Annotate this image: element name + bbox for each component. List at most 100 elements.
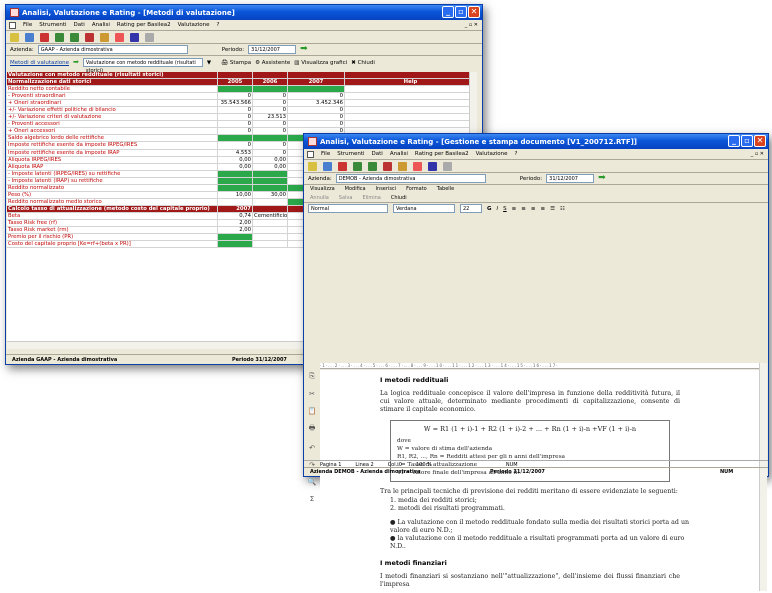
grid-cell[interactable]: 0: [253, 100, 288, 107]
dropdown-icon[interactable]: ▼: [207, 60, 211, 66]
grid-cell[interactable]: 2,00: [218, 219, 253, 227]
align-right-icon[interactable]: ≡: [531, 206, 536, 212]
cut-icon[interactable]: ✂: [309, 390, 315, 398]
open-icon[interactable]: [10, 32, 19, 42]
save-doc-button[interactable]: Salva: [339, 195, 353, 201]
charts-button[interactable]: ▥ Visualizza grafici: [294, 60, 347, 66]
style-select[interactable]: Normal: [308, 204, 388, 213]
ribbon-formato[interactable]: Formato: [406, 186, 427, 192]
grid-cell[interactable]: [253, 241, 288, 248]
minimize-button[interactable]: _: [442, 6, 454, 18]
exit-icon[interactable]: [145, 32, 154, 42]
grid-cell[interactable]: 2,00: [218, 227, 253, 234]
grid-cell[interactable]: 35.543.566: [218, 100, 253, 107]
azienda-field[interactable]: DEMOB - Azienda dimostrativa: [335, 174, 486, 183]
assistant-button[interactable]: ⚙ Assistente: [255, 60, 290, 66]
go-arrow-icon[interactable]: ➡: [598, 174, 606, 183]
grid-cell[interactable]: 23.513: [253, 114, 288, 121]
grid-cell[interactable]: 0: [253, 142, 288, 149]
grid-cell[interactable]: 0: [288, 93, 345, 100]
grid-cell[interactable]: [253, 205, 288, 212]
grid-cell[interactable]: [218, 241, 253, 248]
menu-valutazione[interactable]: Valutazione: [476, 151, 508, 157]
grid-cell[interactable]: 0,74: [218, 212, 253, 219]
grid-cell[interactable]: [253, 198, 288, 205]
print-button[interactable]: 🖨 Stampa: [221, 60, 251, 66]
grid-cell[interactable]: 4.553: [218, 149, 253, 156]
analysis-icon[interactable]: [85, 32, 94, 42]
numbering-icon[interactable]: ☷: [560, 206, 565, 212]
find-icon[interactable]: 🔍: [308, 478, 317, 486]
grid-cell[interactable]: 3.452.346: [288, 100, 345, 107]
grid-cell[interactable]: [218, 86, 253, 93]
paste-icon[interactable]: 📋: [308, 407, 317, 415]
go-arrow-icon[interactable]: ➡: [300, 45, 308, 54]
menu-help[interactable]: ?: [217, 22, 220, 28]
maximize-button[interactable]: ▫: [455, 6, 467, 18]
save-icon[interactable]: [323, 161, 332, 171]
grid-cell[interactable]: 0,00: [218, 156, 253, 163]
grid-cell[interactable]: [253, 135, 288, 142]
mdi-controls[interactable]: _ ▫ ✕: [751, 151, 764, 157]
table-icon[interactable]: [70, 32, 79, 42]
periodo-field[interactable]: 31/12/2007: [248, 45, 297, 54]
document-tool-icon[interactable]: [130, 32, 139, 42]
grid-cell[interactable]: [218, 234, 253, 241]
delete-button[interactable]: Elimina: [362, 195, 380, 201]
menu-analisi[interactable]: Analisi: [390, 151, 408, 157]
grid-cell[interactable]: [253, 177, 288, 184]
bold-button[interactable]: G: [487, 206, 492, 212]
grid-cell[interactable]: 2007: [218, 205, 253, 212]
grid-cell[interactable]: [253, 184, 288, 191]
grid-cell[interactable]: [218, 72, 253, 79]
azienda-field[interactable]: GAAP - Azienda dimostrativa: [37, 45, 188, 54]
front-title-bar[interactable]: Analisi, Valutazione e Rating - [Gestion…: [304, 134, 768, 149]
vertical-scrollbar[interactable]: [759, 363, 767, 591]
justify-icon[interactable]: ≡: [540, 206, 545, 212]
underline-button[interactable]: S: [503, 206, 507, 212]
close-button[interactable]: ✕: [468, 6, 480, 18]
grid-cell[interactable]: [218, 170, 253, 177]
grid-cell[interactable]: 0: [253, 128, 288, 135]
menu-strumenti[interactable]: Strumenti: [337, 151, 364, 157]
copy-icon[interactable]: ⎘: [309, 372, 315, 381]
grid-cell[interactable]: [218, 198, 253, 205]
heart-icon[interactable]: [40, 32, 49, 42]
grid-cell[interactable]: 30,00: [253, 191, 288, 198]
menu-dati[interactable]: Dati: [372, 151, 383, 157]
analysis-icon[interactable]: [383, 161, 392, 171]
grid-cell[interactable]: 2006: [253, 79, 288, 86]
grid-cell[interactable]: 0: [218, 142, 253, 149]
grid-cell[interactable]: 0: [253, 93, 288, 100]
grid-cell[interactable]: 0,00: [253, 156, 288, 163]
grid-cell[interactable]: [288, 72, 345, 79]
rating-icon[interactable]: [398, 161, 407, 171]
table-icon[interactable]: [368, 161, 377, 171]
close-doc-button[interactable]: Chiudi: [391, 195, 407, 201]
size-select[interactable]: 22: [460, 204, 482, 213]
ribbon-modifica[interactable]: Modifica: [345, 186, 366, 192]
chart-icon[interactable]: [55, 32, 64, 42]
rating-icon[interactable]: [100, 32, 109, 42]
menu-analisi[interactable]: Analisi: [92, 22, 110, 28]
grid-cell[interactable]: [218, 177, 253, 184]
menu-rating[interactable]: Rating per Basilea2: [117, 22, 171, 28]
heart-icon[interactable]: [338, 161, 347, 171]
grid-cell[interactable]: 0: [253, 121, 288, 128]
method-select[interactable]: Valutazione con metodo reddituale (risul…: [82, 58, 203, 74]
menu-strumenti[interactable]: Strumenti: [39, 22, 66, 28]
minimize-button[interactable]: _: [728, 135, 740, 147]
method-label[interactable]: Metodi di valutazione: [10, 60, 69, 66]
grid-cell[interactable]: 0: [253, 107, 288, 114]
grid-cell[interactable]: [253, 72, 288, 79]
grid-cell[interactable]: [288, 86, 345, 93]
undo-icon[interactable]: ↶: [309, 444, 315, 452]
font-select[interactable]: Verdana: [393, 204, 455, 213]
grid-cell[interactable]: 0: [288, 107, 345, 114]
chart-icon[interactable]: [353, 161, 362, 171]
grid-cell[interactable]: 0: [218, 128, 253, 135]
menu-help[interactable]: ?: [515, 151, 518, 157]
align-center-icon[interactable]: ≡: [521, 206, 526, 212]
grid-cell[interactable]: [218, 184, 253, 191]
grid-cell[interactable]: 2005: [218, 79, 253, 86]
